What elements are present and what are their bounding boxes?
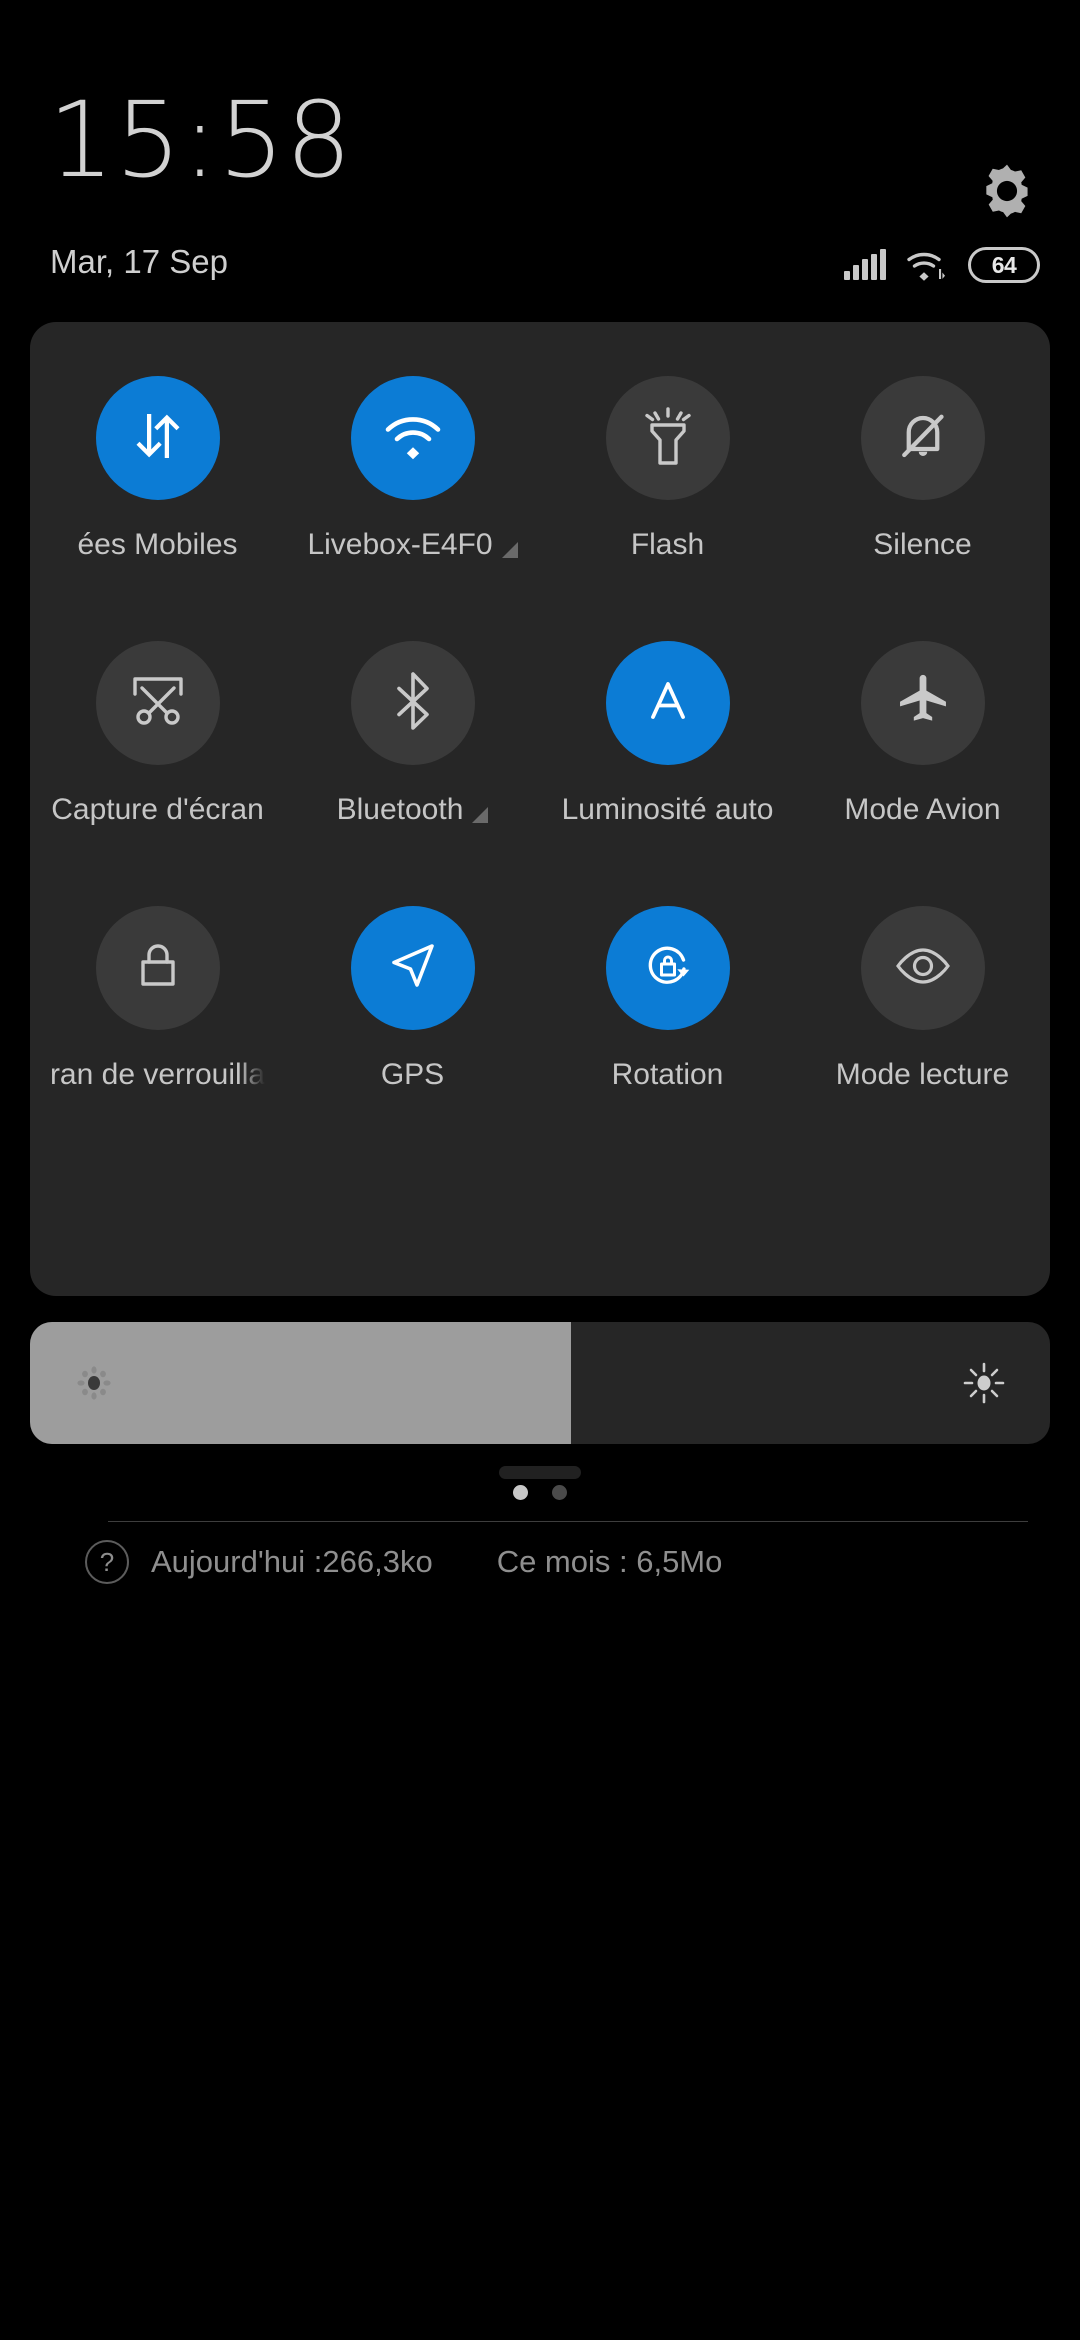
screenshot-icon	[127, 672, 189, 735]
tile-label: Luminosité auto	[561, 793, 774, 826]
date-label: Mar, 17 Sep	[50, 243, 228, 280]
tile-label: ran de verrouilla	[49, 1058, 266, 1091]
status-header: 15:58 Mar, 17 Sep 64	[0, 0, 1080, 322]
tile-gps[interactable]: GPS	[285, 900, 540, 1165]
quick-settings-tile-grid: ées Mobiles Livebox-E4F0 Flash Silence C…	[30, 370, 1050, 1165]
tile-label: Mode lecture	[835, 1058, 1010, 1091]
tile-label: Livebox-E4F0	[307, 528, 493, 561]
tile-label: Flash	[630, 528, 705, 561]
tile-label-row: GPS	[285, 1058, 540, 1092]
mobile-data-icon	[128, 406, 188, 471]
tile-icon-container	[860, 906, 985, 1030]
tile-rotation-lock[interactable]: Rotation	[540, 900, 795, 1165]
tile-reading-mode[interactable]: Mode lecture	[795, 900, 1050, 1165]
brightness-low-icon	[74, 1363, 114, 1403]
bluetooth-icon	[390, 670, 436, 737]
tile-icon-container	[95, 641, 220, 765]
tile-flashlight[interactable]: Flash	[540, 370, 795, 635]
rotation-lock-icon	[638, 936, 698, 1001]
tile-icon-container	[350, 641, 475, 765]
panel-drag-handle[interactable]	[499, 1466, 581, 1479]
tile-label: Capture d'écran	[51, 793, 264, 826]
battery-icon: 64	[968, 247, 1040, 283]
tile-icon-container	[95, 376, 220, 500]
tile-airplane-mode[interactable]: Mode Avion	[795, 635, 1050, 900]
tile-icon-container	[350, 906, 475, 1030]
tile-bluetooth[interactable]: Bluetooth	[285, 635, 540, 900]
tile-label: Bluetooth	[336, 793, 464, 826]
tile-label-row: Capture d'écran	[30, 793, 285, 827]
tile-label: Silence	[873, 528, 972, 561]
tile-icon-container	[605, 376, 730, 500]
tile-label: GPS	[380, 1058, 445, 1091]
wifi-status-icon	[906, 249, 948, 281]
tile-label-row: ées Mobiles	[30, 528, 285, 562]
divider	[108, 1521, 1028, 1522]
tile-lock-screen[interactable]: ran de verrouilla	[30, 900, 285, 1165]
tile-label-row: Bluetooth	[285, 793, 540, 827]
tile-label-row: Flash	[540, 528, 795, 562]
auto-brightness-icon	[639, 672, 697, 735]
tile-expand-triangle-icon[interactable]	[501, 542, 518, 558]
tile-expand-triangle-icon[interactable]	[472, 807, 489, 823]
tile-mobile-data[interactable]: ées Mobiles	[30, 370, 285, 635]
status-icon-group: 64	[844, 243, 1040, 287]
eye-icon	[892, 943, 954, 994]
tile-label-row: Silence	[795, 528, 1050, 562]
battery-level-label: 64	[991, 251, 1017, 278]
location-arrow-icon	[384, 937, 442, 1000]
gear-icon	[976, 160, 1038, 222]
page-indicator	[30, 1485, 1050, 1500]
quick-settings-panel: ées Mobiles Livebox-E4F0 Flash Silence C…	[30, 322, 1050, 1584]
tile-label-row: Mode Avion	[795, 793, 1050, 827]
cellular-signal-icon	[844, 249, 886, 280]
flashlight-icon	[640, 405, 696, 472]
page-dot-1[interactable]	[513, 1485, 528, 1500]
tile-silent-mode[interactable]: Silence	[795, 370, 1050, 635]
tile-icon-container	[95, 906, 220, 1030]
page-dot-2[interactable]	[552, 1485, 567, 1500]
data-usage-month: Ce mois : 6,5Mo	[496, 1544, 723, 1579]
tile-label-row: Livebox-E4F0	[285, 528, 540, 562]
tile-wifi[interactable]: Livebox-E4F0	[285, 370, 540, 635]
tile-auto-brightness[interactable]: Luminosité auto	[540, 635, 795, 900]
data-usage-today: Aujourd'hui :266,3ko	[151, 1544, 433, 1579]
wifi-icon	[382, 412, 444, 465]
tile-label-row: ran de verrouilla	[30, 1058, 285, 1092]
tile-icon-container	[860, 376, 985, 500]
tile-screenshot[interactable]: Capture d'écran	[30, 635, 285, 900]
tile-label: Mode Avion	[844, 793, 1001, 826]
tile-label-row: Rotation	[540, 1058, 795, 1092]
tile-label-row: Mode lecture	[795, 1058, 1050, 1092]
tile-label-row: Luminosité auto	[540, 793, 795, 827]
lock-icon	[132, 937, 184, 1000]
brightness-slider[interactable]	[30, 1322, 1050, 1444]
tile-label: Rotation	[611, 1058, 724, 1091]
clock: 15:58	[48, 79, 353, 201]
tile-label: ées Mobiles	[77, 528, 238, 561]
airplane-icon	[893, 672, 953, 735]
bell-off-icon	[893, 406, 953, 471]
data-usage-row[interactable]: ? Aujourd'hui :266,3ko Ce mois : 6,5Mo	[30, 1540, 1050, 1584]
settings-gear-button[interactable]	[976, 160, 1038, 222]
help-icon[interactable]: ?	[85, 1540, 129, 1584]
brightness-high-icon	[962, 1361, 1006, 1405]
tile-icon-container	[860, 641, 985, 765]
tile-icon-container	[605, 641, 730, 765]
tile-icon-container	[350, 376, 475, 500]
tile-icon-container	[605, 906, 730, 1030]
